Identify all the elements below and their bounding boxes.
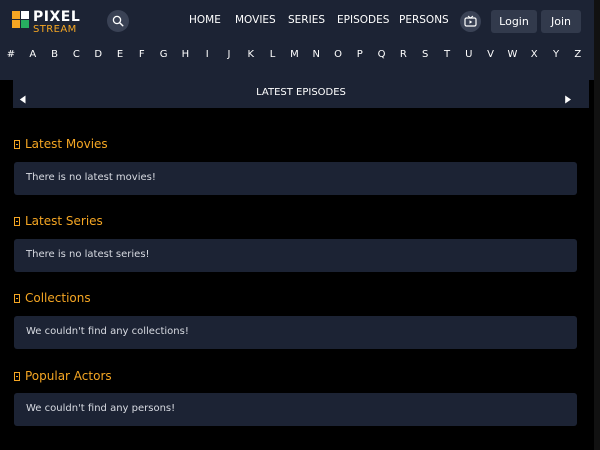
- logo-text-bottom: STREAM: [33, 24, 77, 35]
- nav-home[interactable]: HOME: [189, 14, 221, 30]
- triangle-right-icon: [565, 95, 571, 104]
- tv-icon: [464, 15, 477, 27]
- section-panel-latest-movies: There is no latest movies!: [14, 162, 577, 195]
- alphabet-letter[interactable]: N: [309, 46, 323, 64]
- section-panel-latest-series: There is no latest series!: [14, 239, 577, 272]
- alphabet-filter: # A B C D E F G H I J K L M N O P Q R S T U V W X Y Z: [0, 46, 600, 64]
- alphabet-letter[interactable]: A: [26, 46, 40, 64]
- alphabet-letter[interactable]: F: [135, 46, 149, 64]
- bookmark-icon: [14, 217, 20, 226]
- site-header: PIXEL STREAM HOME MOVIES SERIES EPISODES…: [0, 0, 600, 80]
- alphabet-letter[interactable]: W: [505, 46, 519, 64]
- scrollbar[interactable]: [594, 0, 600, 450]
- section-panel-popular-actors: We couldn't find any persons!: [14, 393, 577, 426]
- alphabet-letter[interactable]: K: [244, 46, 258, 64]
- bookmark-icon: [14, 140, 20, 149]
- section-title: Popular Actors: [25, 369, 112, 383]
- nav-persons[interactable]: PERSONS: [399, 14, 449, 30]
- latest-episodes-bar: LATEST EPISODES: [13, 80, 589, 108]
- alphabet-letter[interactable]: G: [157, 46, 171, 64]
- alphabet-letter[interactable]: J: [222, 46, 236, 64]
- empty-message: We couldn't find any collections!: [26, 326, 189, 337]
- page: PIXEL STREAM HOME MOVIES SERIES EPISODES…: [0, 0, 600, 450]
- bookmark-icon: [14, 372, 20, 381]
- alphabet-letter[interactable]: E: [113, 46, 127, 64]
- alphabet-letter[interactable]: C: [69, 46, 83, 64]
- alphabet-letter[interactable]: O: [331, 46, 345, 64]
- alphabet-letter[interactable]: S: [418, 46, 432, 64]
- alphabet-letter[interactable]: M: [287, 46, 301, 64]
- search-icon: [112, 15, 124, 27]
- alphabet-letter[interactable]: T: [440, 46, 454, 64]
- alphabet-letter[interactable]: X: [527, 46, 541, 64]
- logo[interactable]: PIXEL STREAM: [12, 9, 92, 35]
- alphabet-letter[interactable]: P: [353, 46, 367, 64]
- alphabet-letter[interactable]: D: [91, 46, 105, 64]
- logo-mark-icon: [12, 11, 30, 29]
- section-title: Latest Movies: [25, 137, 108, 151]
- section-title: Collections: [25, 291, 91, 305]
- alphabet-letter[interactable]: Y: [549, 46, 563, 64]
- next-button[interactable]: [564, 89, 572, 108]
- alphabet-letter[interactable]: Q: [375, 46, 389, 64]
- alphabet-letter[interactable]: Z: [571, 46, 585, 64]
- empty-message: There is no latest movies!: [26, 172, 156, 183]
- alphabet-letter[interactable]: B: [48, 46, 62, 64]
- join-button[interactable]: Join: [541, 10, 581, 33]
- tv-button[interactable]: [460, 11, 481, 32]
- empty-message: There is no latest series!: [26, 249, 150, 260]
- alphabet-letter[interactable]: H: [178, 46, 192, 64]
- latest-episodes-title: LATEST EPISODES: [256, 87, 346, 98]
- alphabet-letter[interactable]: L: [266, 46, 280, 64]
- alphabet-letter[interactable]: I: [200, 46, 214, 64]
- section-title: Latest Series: [25, 214, 103, 228]
- search-button[interactable]: [107, 10, 129, 32]
- alphabet-letter[interactable]: U: [462, 46, 476, 64]
- alphabet-letter[interactable]: R: [396, 46, 410, 64]
- logo-text-top: PIXEL: [33, 9, 81, 25]
- nav-movies[interactable]: MOVIES: [235, 14, 276, 30]
- nav-episodes[interactable]: EPISODES: [337, 14, 389, 30]
- alphabet-letter[interactable]: V: [484, 46, 498, 64]
- section-panel-collections: We couldn't find any collections!: [14, 316, 577, 349]
- nav-series[interactable]: SERIES: [288, 14, 325, 30]
- empty-message: We couldn't find any persons!: [26, 403, 176, 414]
- bookmark-icon: [14, 294, 20, 303]
- login-button[interactable]: Login: [491, 10, 537, 33]
- alphabet-letter[interactable]: #: [4, 46, 18, 64]
